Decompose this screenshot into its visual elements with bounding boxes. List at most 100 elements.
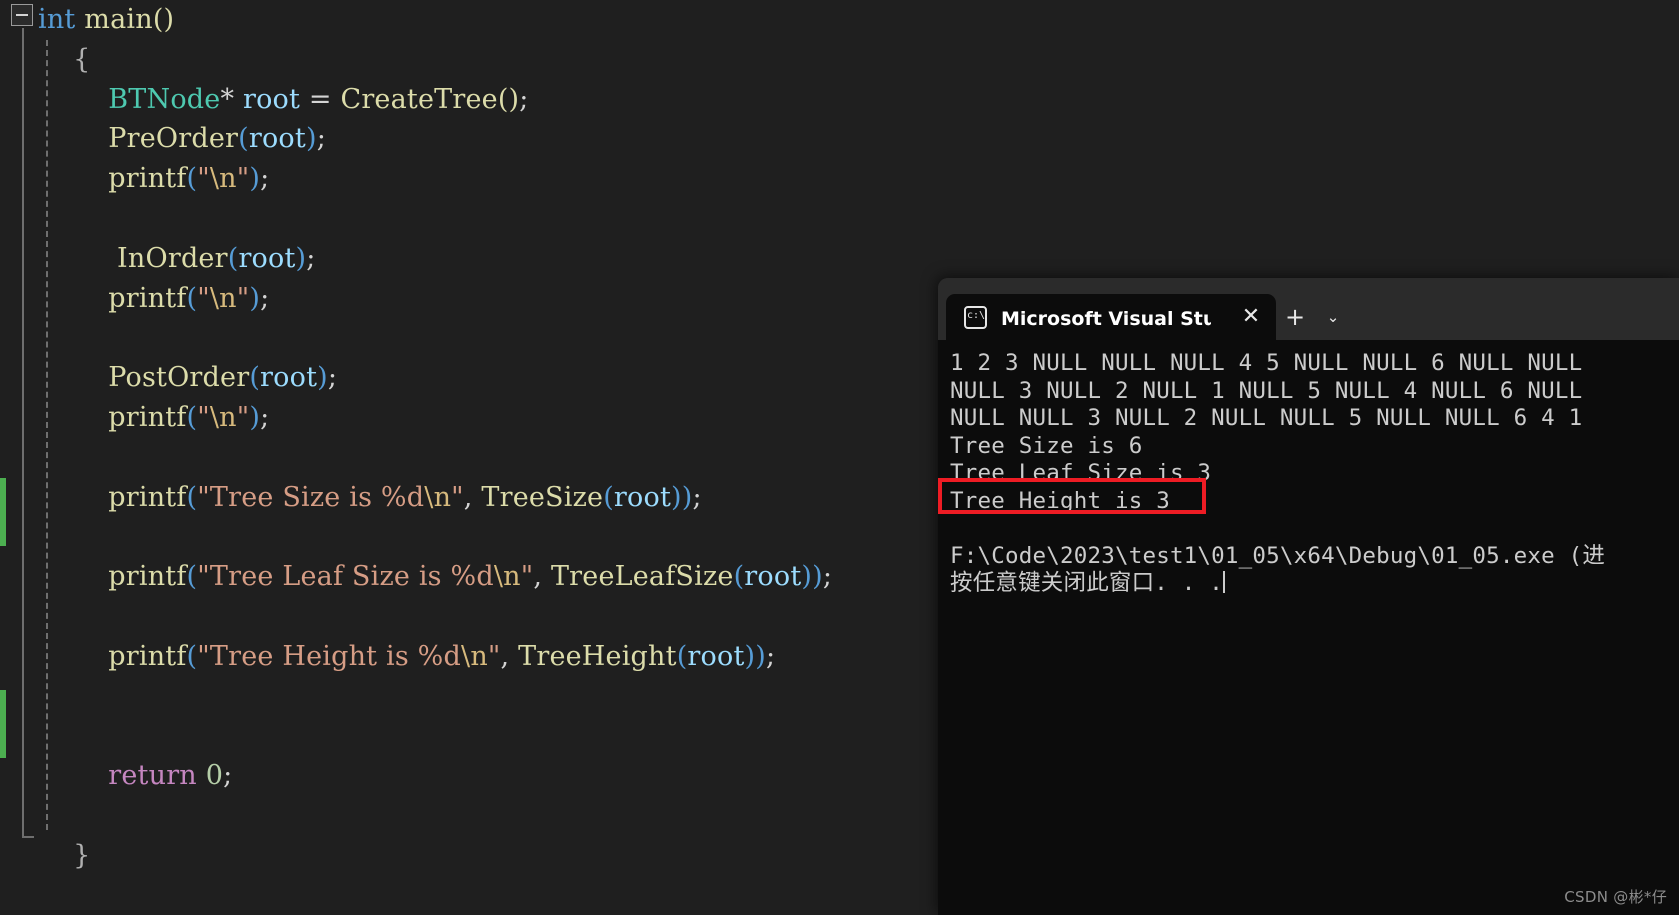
code-token: root bbox=[242, 83, 301, 115]
code-token: ) bbox=[744, 640, 756, 672]
code-token: \n bbox=[209, 282, 237, 314]
code-token: 0 bbox=[205, 760, 224, 792]
code-token: ) bbox=[681, 481, 693, 513]
code-token: printf bbox=[108, 561, 187, 593]
console-titlebar[interactable]: Microsoft Visual Studio 调试挂 ✕ + ⌄ bbox=[938, 278, 1679, 340]
code-token: ) bbox=[249, 163, 261, 195]
collapse-minus-icon[interactable] bbox=[11, 4, 33, 26]
code-line: { bbox=[38, 40, 832, 80]
code-token: ; bbox=[306, 242, 316, 274]
code-token: ( bbox=[238, 123, 249, 155]
code-token: ( bbox=[603, 481, 614, 513]
console-output-line: Tree Leaf Size is 3 bbox=[950, 460, 1212, 486]
code-token: int bbox=[38, 4, 76, 35]
code-token: ; bbox=[822, 561, 833, 593]
code-token: ( bbox=[152, 4, 164, 35]
code-line: printf("Tree Height is %d\n", TreeHeight… bbox=[38, 637, 832, 677]
code-token: ( bbox=[186, 401, 198, 433]
code-token: = bbox=[308, 83, 332, 115]
code-token: printf bbox=[108, 163, 187, 195]
close-icon[interactable]: ✕ bbox=[1236, 302, 1266, 332]
new-tab-button[interactable]: + bbox=[1276, 294, 1314, 340]
code-token: ) bbox=[508, 83, 520, 115]
code-token: \n bbox=[424, 481, 452, 513]
code-token: ; bbox=[316, 123, 326, 155]
code-token: } bbox=[73, 839, 91, 871]
code-token: " bbox=[451, 481, 464, 513]
code-token: PostOrder bbox=[108, 362, 250, 394]
code-line: BTNode* root = CreateTree(); bbox=[38, 80, 832, 120]
console-output-line: Tree Height is 3 bbox=[950, 487, 1170, 514]
code-token: root bbox=[238, 242, 296, 274]
console-output-area[interactable]: 1 2 3 NULL NULL NULL 4 5 NULL NULL 6 NUL… bbox=[938, 340, 1679, 915]
code-token: \n bbox=[461, 640, 488, 672]
code-token: ; bbox=[260, 401, 270, 433]
code-token: root bbox=[744, 561, 802, 593]
code-token: root bbox=[260, 362, 318, 394]
code-token: CreateTree bbox=[340, 83, 498, 115]
code-token: InOrder bbox=[108, 242, 228, 274]
scope-guide-line bbox=[22, 28, 24, 838]
code-token: * bbox=[220, 83, 235, 115]
code-token: ( bbox=[249, 362, 261, 394]
code-token: ) bbox=[671, 481, 682, 513]
code-line: printf("Tree Leaf Size is %d\n", TreeLea… bbox=[38, 557, 832, 597]
code-line: return 0; bbox=[38, 756, 832, 796]
code-token: ) bbox=[163, 4, 175, 35]
code-token: ) bbox=[801, 561, 813, 593]
code-token: ) bbox=[295, 242, 307, 274]
code-token: PreOrder bbox=[108, 123, 239, 155]
code-token: printf bbox=[108, 640, 187, 672]
console-tab[interactable]: Microsoft Visual Studio 调试挂 ✕ bbox=[946, 294, 1276, 340]
code-line: printf("\n"); bbox=[38, 159, 832, 199]
code-token: ; bbox=[327, 362, 338, 394]
code-token: ; bbox=[260, 163, 270, 195]
code-token: " bbox=[197, 282, 210, 314]
code-token: ; bbox=[519, 83, 529, 115]
code-token: main bbox=[84, 4, 153, 35]
code-token: " bbox=[236, 401, 250, 433]
code-token: ; bbox=[223, 760, 233, 792]
code-token: ; bbox=[692, 481, 702, 513]
code-token: ; bbox=[765, 640, 776, 672]
code-token: ( bbox=[676, 640, 688, 672]
code-line: PostOrder(root); bbox=[38, 358, 832, 398]
console-output-line: 1 2 3 NULL NULL NULL 4 5 NULL NULL 6 NUL… bbox=[950, 350, 1583, 376]
code-token: " bbox=[197, 163, 210, 195]
console-output-line: NULL NULL 3 NULL 2 NULL NULL 5 NULL NULL… bbox=[950, 405, 1583, 431]
code-token: ) bbox=[249, 282, 261, 314]
code-token: root bbox=[613, 481, 671, 513]
code-token: ) bbox=[812, 561, 823, 593]
code-token: " bbox=[236, 282, 250, 314]
code-line: InOrder(root); bbox=[38, 239, 832, 279]
code-token: \n bbox=[209, 163, 237, 195]
chevron-down-icon[interactable]: ⌄ bbox=[1314, 294, 1352, 340]
code-token: ; bbox=[260, 282, 270, 314]
console-tab-title: Microsoft Visual Studio 调试挂 bbox=[1001, 307, 1211, 330]
code-token: , bbox=[500, 640, 519, 672]
code-token: \n bbox=[493, 561, 521, 593]
code-token: " bbox=[236, 163, 250, 195]
code-token: ) bbox=[249, 401, 261, 433]
code-token: " bbox=[487, 640, 501, 672]
code-token: ( bbox=[497, 83, 509, 115]
code-token: ( bbox=[186, 163, 198, 195]
code-token: ( bbox=[186, 640, 198, 672]
debug-console-window[interactable]: Microsoft Visual Studio 调试挂 ✕ + ⌄ 1 2 3 … bbox=[938, 278, 1679, 915]
code-token: root bbox=[248, 123, 306, 155]
code-token: "Tree Height is %d bbox=[197, 640, 462, 672]
change-bar bbox=[0, 478, 6, 546]
code-token: ( bbox=[186, 561, 198, 593]
code-token: "Tree Leaf Size is %d bbox=[197, 561, 494, 593]
console-output-line: Tree Size is 6 bbox=[950, 432, 1143, 459]
code-text[interactable]: int main() { BTNode* root = CreateTree()… bbox=[38, 0, 832, 876]
console-cmd-icon bbox=[964, 305, 987, 329]
